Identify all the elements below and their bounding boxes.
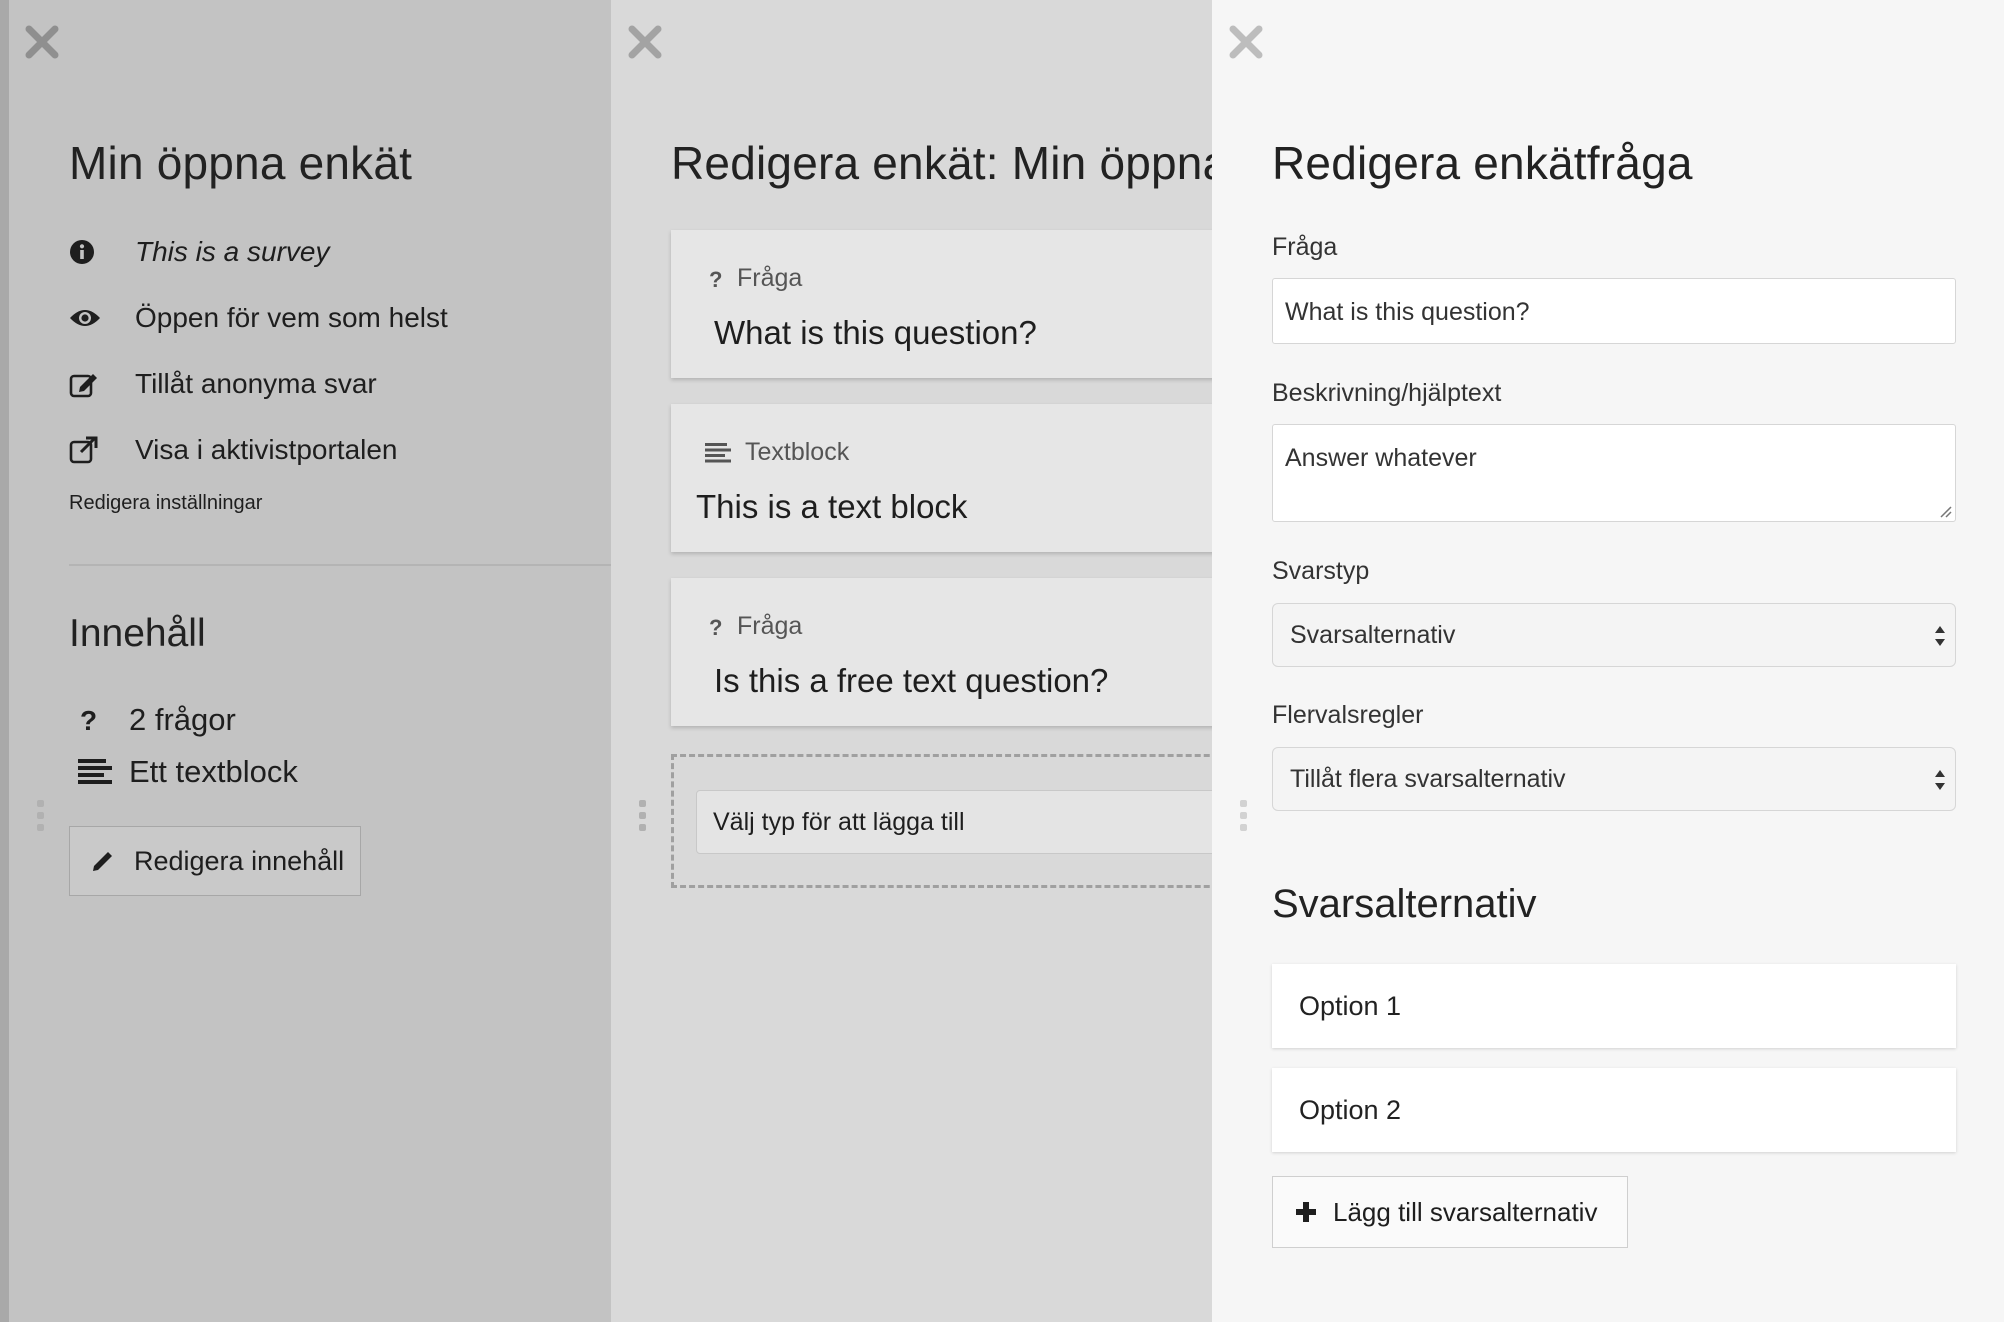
survey-overview-panel: Min öppna enkät This is a survey Öppen f… <box>0 0 611 1322</box>
answer-option[interactable]: Option 2 <box>1272 1068 1956 1152</box>
add-content-placeholder: Välj typ för att lägga till <box>713 807 965 836</box>
add-content-type-select[interactable]: Välj typ för att lägga till <box>696 790 1212 854</box>
pencil-icon <box>93 852 112 871</box>
edit-content-button[interactable]: Redigera innehåll <box>69 826 361 896</box>
card-type: ? Fråga <box>709 264 802 293</box>
question-label: Fråga <box>1272 233 1338 261</box>
add-option-button[interactable]: Lägg till svarsalternativ <box>1272 1176 1628 1248</box>
close-icon[interactable] <box>1226 22 1266 62</box>
select-arrows-icon <box>1935 770 1945 790</box>
select-arrows-icon <box>1935 626 1945 646</box>
card-type: Textblock <box>705 438 849 467</box>
survey-content-panel: Redigera enkät: Min öppna enkät ? Fråga … <box>611 0 1212 1322</box>
card-text: Is this a free text question? <box>714 662 1109 699</box>
card-type: ? Fråga <box>709 612 802 641</box>
survey-anonymous-setting: Tillåt anonyma svar <box>135 368 377 399</box>
drag-handle-icon[interactable] <box>1240 800 1250 838</box>
content-count-row: Ett textblock <box>78 752 298 792</box>
close-icon[interactable] <box>22 22 62 62</box>
close-icon[interactable] <box>625 22 665 62</box>
card-type-label: Fråga <box>737 612 803 640</box>
survey-info-row: Tillåt anonyma svar <box>69 366 377 402</box>
svg-text:?: ? <box>709 268 722 290</box>
multi-rules-select[interactable]: Tillåt flera svarsalternativ <box>1272 747 1956 811</box>
add-option-label: Lägg till svarsalternativ <box>1333 1196 1598 1227</box>
description-label: Beskrivning/hjälptext <box>1272 379 1502 407</box>
options-heading: Svarsalternativ <box>1272 882 1537 926</box>
panel-edge <box>0 0 9 1322</box>
svg-text:?: ? <box>709 616 722 638</box>
multi-rules-label: Flervalsregler <box>1272 701 1424 729</box>
content-heading: Innehåll <box>69 612 206 655</box>
question-icon: ? <box>709 616 723 638</box>
card-type-label: Fråga <box>737 264 803 292</box>
question-editor-panel: Redigera enkätfråga Fråga What is this q… <box>1212 0 2004 1322</box>
question-editor-title: Redigera enkätfråga <box>1272 137 1693 189</box>
card-text: This is a text block <box>696 488 968 525</box>
question-icon: ? <box>709 268 723 290</box>
multi-rules-value: Tillåt flera svarsalternativ <box>1290 765 1566 793</box>
drag-handle-icon[interactable] <box>37 800 47 838</box>
question-count: 2 frågor <box>129 702 236 737</box>
content-card[interactable]: ? Fråga Is this a free text question? <box>671 578 1212 726</box>
info-icon <box>69 237 135 267</box>
answer-type-label: Svarstyp <box>1272 557 1370 585</box>
text-block-icon <box>78 759 129 785</box>
description-value: Answer whatever <box>1285 444 1477 472</box>
survey-description: This is a survey <box>135 236 330 267</box>
svg-text:?: ? <box>80 706 97 734</box>
text-block-count: Ett textblock <box>129 754 298 789</box>
drag-handle-icon[interactable] <box>639 800 649 838</box>
survey-title: Min öppna enkät <box>69 137 413 189</box>
description-textarea[interactable]: Answer whatever <box>1272 424 1956 522</box>
answer-type-value: Svarsalternativ <box>1290 621 1456 649</box>
content-count-row: ? 2 frågor <box>78 700 236 740</box>
plus-icon <box>1296 1202 1316 1222</box>
survey-info-row: Öppen för vem som helst <box>69 300 448 336</box>
divider <box>69 564 611 566</box>
answer-type-select[interactable]: Svarsalternativ <box>1272 603 1956 667</box>
eye-icon <box>69 303 135 333</box>
content-card[interactable]: Textblock This is a text block <box>671 404 1212 552</box>
survey-info-row: This is a survey <box>69 234 330 270</box>
content-editor-title: Redigera enkät: Min öppna enkät <box>671 137 1212 189</box>
survey-info-row: Visa i aktivistportalen <box>69 432 398 468</box>
survey-visibility: Öppen för vem som helst <box>135 302 448 333</box>
question-icon: ? <box>78 706 129 734</box>
answer-option[interactable]: Option 1 <box>1272 964 1956 1048</box>
edit-content-label: Redigera innehåll <box>134 845 345 876</box>
card-type-label: Textblock <box>745 438 850 466</box>
external-link-icon <box>69 435 135 465</box>
question-input[interactable]: What is this question? <box>1272 278 1956 344</box>
edit-icon <box>69 369 135 399</box>
resize-handle-icon[interactable] <box>1938 504 1952 518</box>
content-card[interactable]: ? Fråga What is this question? <box>671 230 1212 378</box>
card-text: What is this question? <box>714 314 1037 351</box>
edit-settings-link[interactable]: Redigera inställningar <box>69 492 262 515</box>
text-block-icon <box>705 442 731 463</box>
survey-portal-setting: Visa i aktivistportalen <box>135 434 398 465</box>
